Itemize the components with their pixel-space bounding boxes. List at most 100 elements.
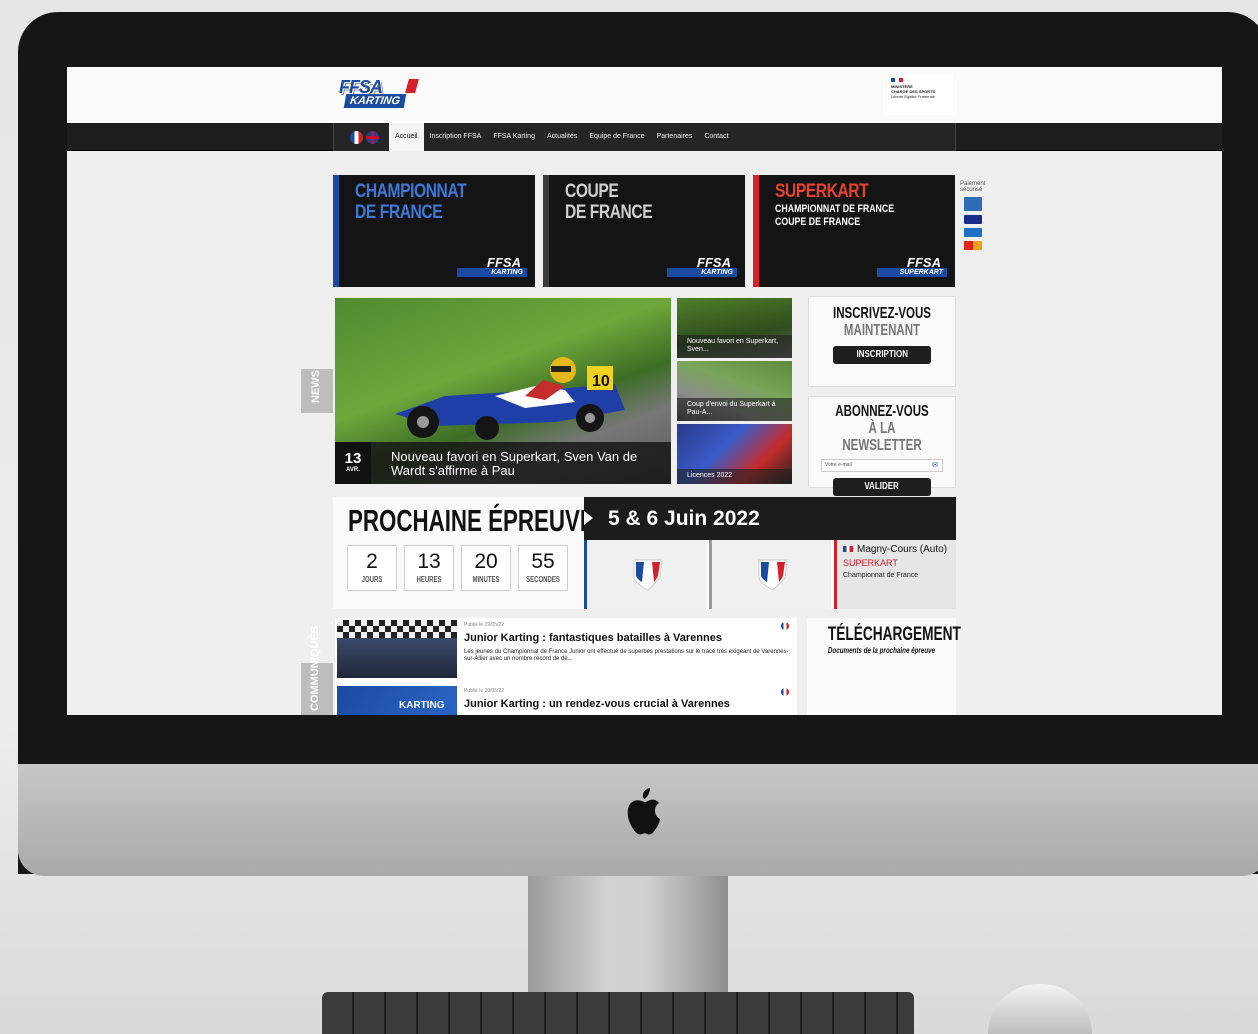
countdown-minutes: 20 MINUTES	[461, 545, 511, 591]
mastercard-icon	[964, 241, 982, 250]
event-card[interactable]	[709, 540, 831, 609]
communiques-side-label: COMMUNIQUÉS	[301, 626, 333, 715]
news-thumb[interactable]: Coup d'envoi du Superkart à Pau-A...	[677, 361, 792, 421]
countdown-value: 13	[417, 550, 441, 573]
next-event-title: PROCHAINE ÉPREUVE	[348, 503, 595, 538]
ministere-logo[interactable]: MINISTÈRE CHARGÉ DES SPORTS Liberté Égal…	[887, 75, 953, 115]
tile-logo: FFSA KARTING	[661, 255, 737, 279]
next-event-date: 5 & 6 Juin 2022	[608, 507, 760, 530]
apple-logo-icon	[627, 788, 660, 835]
language-switcher	[334, 130, 389, 144]
countdown-value: 55	[531, 550, 555, 573]
nav-item-actualites[interactable]: Actualités	[541, 123, 583, 151]
mouse	[988, 984, 1092, 1034]
logo-text-bottom: KARTING	[343, 94, 407, 108]
cb2-card-icon	[964, 228, 982, 237]
communique-title[interactable]: Junior Karting : un rendez-vous crucial …	[464, 698, 730, 710]
telechargement-box[interactable]: TÉLÉCHARGEMENT Documents de la prochaine…	[807, 618, 961, 715]
news-hero[interactable]: 10 13 AVR. Nouveau favori en Superkart, …	[335, 298, 671, 484]
event-place: Magny-Cours (Auto)	[843, 544, 950, 555]
keyboard	[322, 992, 914, 1034]
hero-month: AVR.	[346, 467, 360, 473]
newsletter-subtitle: À LA NEWSLETTER	[842, 420, 922, 454]
mail-icon: ✉	[932, 462, 938, 469]
nav-item-partenaires[interactable]: Partenaires	[651, 123, 699, 151]
countdown-hours: 13 HEURES	[404, 545, 454, 591]
tile-title: COUPE DE FRANCE	[565, 181, 653, 223]
communique-image-label: KARTING	[399, 700, 445, 711]
uk-flag-icon[interactable]	[366, 130, 379, 144]
arrow-icon	[584, 511, 593, 525]
communique-image: KARTING	[337, 686, 457, 715]
next-event: PROCHAINE ÉPREUVE 5 & 6 Juin 2022 2 JOUR…	[333, 497, 956, 609]
newsletter-title: ABONNEZ-VOUS	[835, 403, 929, 420]
tile-logo: FFSA KARTING	[451, 255, 527, 279]
event-card[interactable]	[584, 540, 706, 609]
communique-date: Publié le 20/05/22	[464, 688, 505, 694]
countdown-seconds: 55 SECONDES	[518, 545, 568, 591]
countdown-unit: JOURS	[361, 575, 383, 584]
event-race-info[interactable]: Magny-Cours (Auto) SUPERKART Championnat…	[834, 540, 956, 609]
cb-card-icon	[964, 197, 982, 211]
tile-coupe-de-france[interactable]: COUPE DE FRANCE FFSA KARTING	[543, 175, 745, 287]
french-flag-icon[interactable]	[350, 130, 363, 144]
news-thumb[interactable]: Nouveau favori en Superkart, Sven...	[677, 298, 792, 358]
inscription-button[interactable]: INSCRIPTION	[833, 346, 931, 364]
payment-label-2: sécurisé	[960, 187, 983, 193]
hero-day: 13	[344, 450, 362, 467]
ministere-line3: Liberté Égalité Fraternité	[891, 94, 935, 99]
communique-date: Publié le 29/05/22	[464, 622, 505, 628]
nav-item-equipe-de-france[interactable]: Equipe de France	[583, 123, 650, 151]
logo-accent	[405, 79, 419, 93]
news-thumb-title: Nouveau favori en Superkart, Sven...	[677, 335, 792, 358]
tile-superkart[interactable]: SUPERKART CHAMPIONNAT DE FRANCE COUPE DE …	[753, 175, 955, 287]
event-place-text: Magny-Cours (Auto)	[857, 544, 948, 555]
tile-stripe	[543, 175, 549, 287]
list-item[interactable]: KARTING Publié le 20/05/22 Junior Kartin…	[335, 684, 797, 715]
french-flag-icon	[781, 688, 789, 696]
countdown-value: 20	[474, 550, 498, 573]
nav-inner: Accueil Inscription FFSA FFSA Karting Ac…	[333, 123, 956, 151]
countdown-unit: SECONDES	[526, 575, 560, 584]
tile-logo-bottom: SUPERKART	[877, 268, 947, 277]
nav-item-ffsa-karting[interactable]: FFSA Karting	[487, 123, 541, 151]
tile-logo-bottom: KARTING	[667, 268, 737, 277]
event-championship: Championnat de France	[843, 572, 919, 579]
monitor-stand	[528, 876, 728, 996]
news-thumb-title: Licences 2022	[677, 469, 792, 484]
nav-item-accueil[interactable]: Accueil	[389, 123, 424, 151]
inscription-box: INSCRIVEZ-VOUS MAINTENANT INSCRIPTION	[808, 296, 956, 387]
countdown-value: 2	[366, 550, 378, 573]
nav-item-inscription[interactable]: Inscription FFSA	[424, 123, 488, 151]
communiques-list: Publié le 29/05/22 Junior Karting : fant…	[335, 618, 797, 715]
hero-title[interactable]: Nouveau favori en Superkart, Sven Van de…	[391, 450, 667, 478]
communiques-label-text: COMMUNIQUÉS	[309, 626, 321, 711]
ffsa-karting-logo[interactable]: FFSA KARTING	[339, 77, 421, 113]
validate-button-label: VALIDER	[864, 481, 900, 492]
validate-button[interactable]: VALIDER	[833, 478, 931, 496]
main-navbar: Accueil Inscription FFSA FFSA Karting Ac…	[67, 123, 1222, 151]
tile-title: SUPERKART	[775, 181, 869, 202]
visa-card-icon	[964, 215, 982, 224]
french-flag-icon	[781, 622, 789, 630]
news-side-label: NEWS	[301, 369, 333, 413]
next-event-date-banner: 5 & 6 Juin 2022	[584, 497, 956, 540]
news-label-text: NEWS	[310, 370, 322, 403]
category-tiles: CHAMPIONNAT DE FRANCE FFSA KARTING COUPE D…	[333, 175, 955, 287]
newsletter-email-input[interactable]: Votre e-mail ✉	[821, 459, 943, 472]
inscription-subtitle: MAINTENANT	[843, 322, 921, 339]
tile-subtitle: CHAMPIONNAT DE FRANCE COUPE DE FRANCE	[775, 203, 895, 228]
news-thumbnails: Nouveau favori en Superkart, Sven... Cou…	[677, 298, 792, 484]
newsletter-box: ABONNEZ-VOUS À LA NEWSLETTER Votre e-mai…	[808, 396, 956, 496]
tile-logo-bottom: KARTING	[457, 268, 527, 277]
marianne-flag-icon	[891, 78, 903, 82]
countdown-unit: HEURES	[416, 575, 442, 584]
list-item[interactable]: Publié le 29/05/22 Junior Karting : fant…	[335, 618, 797, 680]
tile-championnat-de-france[interactable]: CHAMPIONNAT DE FRANCE FFSA KARTING	[333, 175, 535, 287]
news-thumb[interactable]: Licences 2022	[677, 424, 792, 484]
kart-illustration: 10	[395, 357, 625, 440]
communique-title[interactable]: Junior Karting : fantastiques batailles …	[464, 632, 722, 644]
podium-photo	[337, 638, 457, 678]
nav-item-contact[interactable]: Contact	[698, 123, 734, 151]
site-header: FFSA KARTING MINISTÈRE CHARGÉ DES SPORTS…	[67, 67, 1222, 123]
